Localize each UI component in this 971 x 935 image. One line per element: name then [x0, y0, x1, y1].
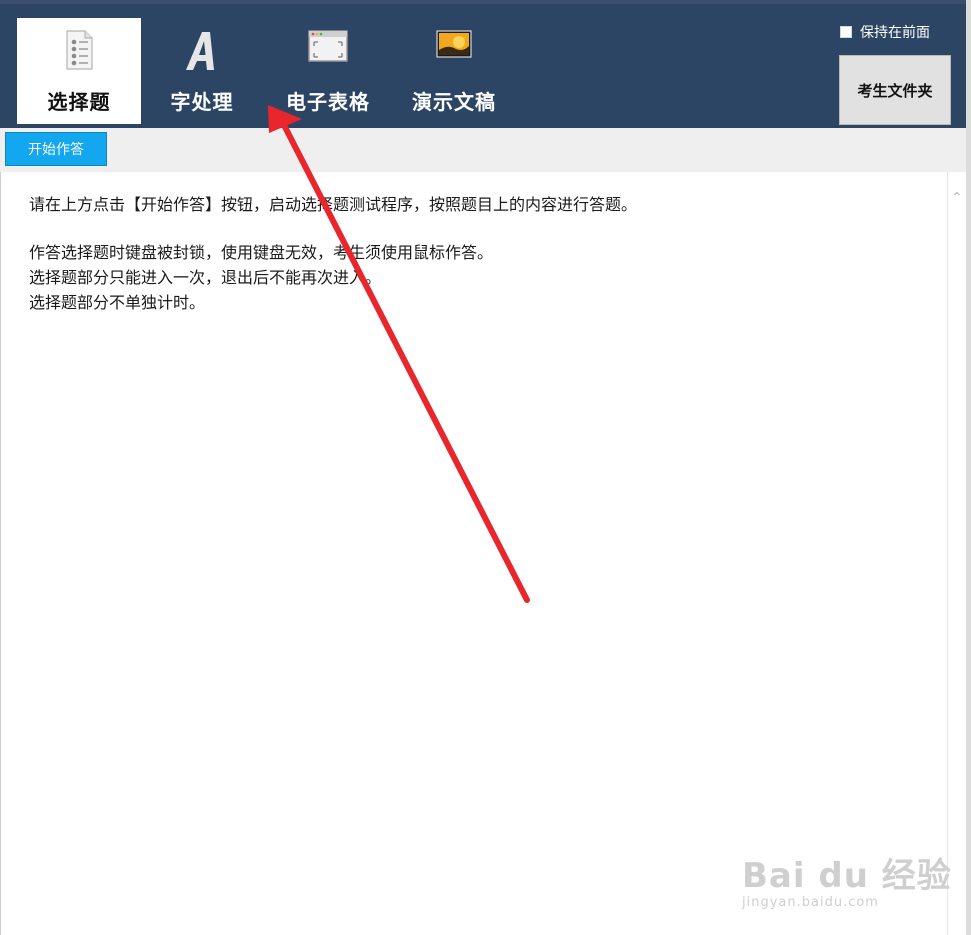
red-arrow-annotation	[268, 105, 530, 603]
